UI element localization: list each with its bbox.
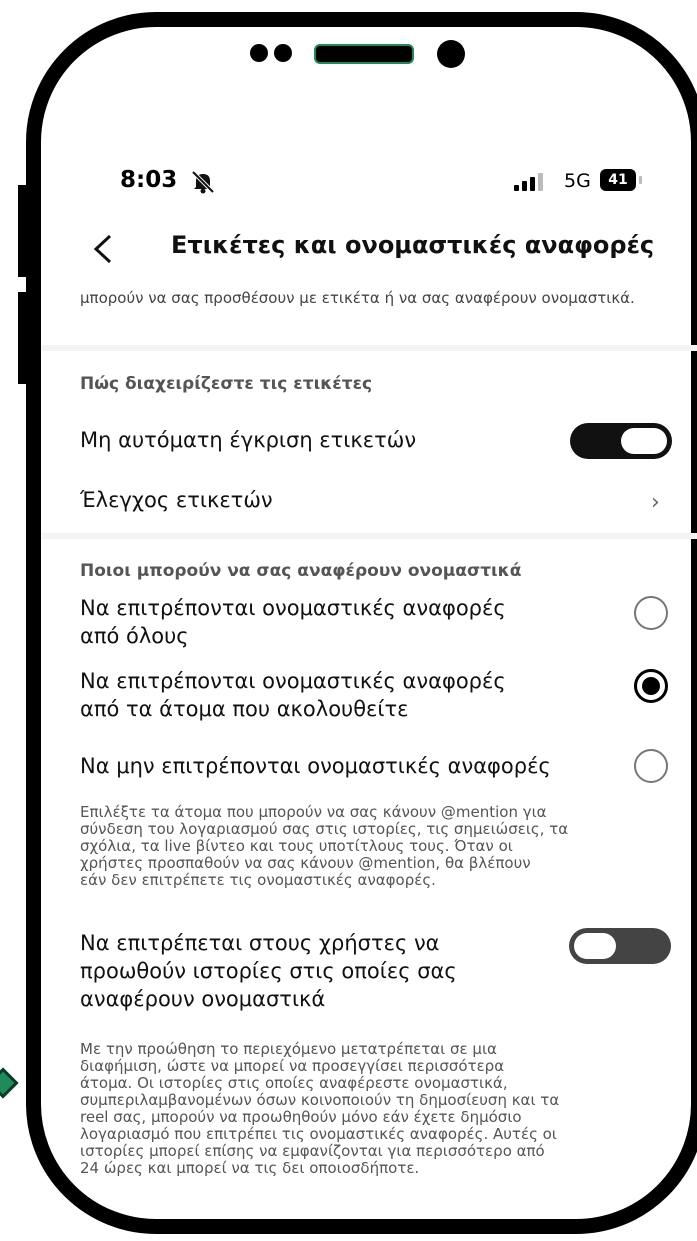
mentions-description: Επιλέξτε τα άτομα που μπορούν να σας κάν…	[80, 804, 676, 889]
description-line: χρήστες προσπαθούν να σας κάνουν @mentio…	[80, 854, 531, 872]
chevron-right-icon[interactable]: ›	[651, 490, 660, 515]
mention-option-everyone[interactable]: Να επιτρέπονται ονομαστικές αναφορές από…	[80, 594, 506, 650]
battery-icon: 41	[600, 169, 636, 191]
phone-side-button	[18, 292, 28, 384]
option-label-line: Να επιτρέπονται ονομαστικές αναφορές	[80, 669, 506, 693]
signal-icon	[514, 173, 543, 191]
section-divider	[42, 533, 697, 539]
camera-dot	[250, 44, 268, 62]
description-line: 24 ώρες και μπορεί να τις δει οποιοσδήπο…	[80, 1159, 420, 1177]
status-bar: 8:03 5G 41	[0, 167, 697, 201]
page-title: Ετικέτες και ονομαστικές αναφορές	[171, 231, 655, 259]
description-line: εάν δεν επιτρέπετε τις ονομαστικές αναφο…	[80, 871, 436, 889]
chevron-left-icon[interactable]	[88, 232, 118, 266]
speaker-bar	[314, 44, 414, 64]
battery-tip	[639, 176, 642, 184]
network-type: 5G	[564, 170, 591, 192]
status-time: 8:03	[120, 167, 178, 193]
battery-level: 41	[608, 172, 628, 188]
mention-radio-none[interactable]	[634, 749, 668, 783]
review-tags-label[interactable]: Έλεγχος ετικετών	[80, 486, 273, 514]
description-line: σχόλια, τα live βίντεο και τους υποτίτλο…	[80, 837, 513, 855]
promote-stories-toggle[interactable]	[569, 928, 671, 964]
description-line: reel σας, μπορούν να προωθηθούν μόνο εάν…	[80, 1108, 522, 1126]
decorative-arrow-marker	[0, 1067, 19, 1099]
description-line: λογαριασμό που επιτρέπει τις ονομαστικές…	[80, 1125, 557, 1143]
promote-description: Με την προώθηση το περιεχόμενο μετατρέπε…	[80, 1041, 676, 1177]
manual-approve-toggle[interactable]	[570, 423, 672, 459]
tags-section-heading: Πώς διαχειρίζεστε τις ετικέτες	[80, 374, 373, 394]
option-label-line: Να μην επιτρέπονται ονομαστικές αναφορές	[80, 754, 551, 778]
camera-dot	[274, 44, 292, 62]
promote-label-line: προωθούν ιστορίες στις οποίες σας	[80, 959, 457, 983]
description-line: σύνδεση του λογαριασμού σας στις ιστορίε…	[80, 820, 569, 838]
option-label-line: από τα άτομα που ακολουθείτε	[80, 697, 409, 721]
section-divider	[42, 345, 697, 351]
camera-lens	[437, 40, 465, 68]
intro-text: μπορούν να σας προσθέσουν με ετικέτα ή ν…	[80, 289, 635, 307]
description-line: Επιλέξτε τα άτομα που μπορούν να σας κάν…	[80, 803, 547, 821]
promote-stories-label: Να επιτρέπεται στους χρήστες να προωθούν…	[80, 929, 457, 1013]
mention-radio-everyone[interactable]	[634, 596, 668, 630]
toggle-knob	[621, 428, 667, 454]
mentions-section-heading: Ποιοι μπορούν να σας αναφέρουν ονομαστικ…	[80, 561, 522, 581]
description-line: διαφήμιση, ώστε να μπορεί να προσεγγίσει…	[80, 1057, 505, 1075]
promote-label-line: Να επιτρέπεται στους χρήστες να	[80, 931, 440, 955]
manual-approve-label: Μη αυτόματη έγκριση ετικετών	[80, 428, 417, 452]
promote-label-line: αναφέρουν ονομαστικά	[80, 987, 326, 1011]
bell-slash-icon	[191, 170, 215, 194]
description-line: συμπεριλαμβανομένων όσων κοινοποιούν τη …	[80, 1091, 560, 1109]
mention-option-none[interactable]: Να μην επιτρέπονται ονομαστικές αναφορές	[80, 752, 551, 780]
option-label-line: Να επιτρέπονται ονομαστικές αναφορές	[80, 596, 506, 620]
description-line: ιστορίες μπορεί επίσης να εμφανίζονται γ…	[80, 1142, 545, 1160]
mention-option-following[interactable]: Να επιτρέπονται ονομαστικές αναφορές από…	[80, 667, 506, 723]
description-line: Με την προώθηση το περιεχόμενο μετατρέπε…	[80, 1040, 497, 1058]
toggle-knob	[574, 933, 616, 959]
description-line: άτομα. Οι ιστορίες στις οποίες αναφέρεστ…	[80, 1074, 508, 1092]
option-label-line: από όλους	[80, 624, 189, 648]
mention-radio-following[interactable]	[634, 669, 668, 703]
